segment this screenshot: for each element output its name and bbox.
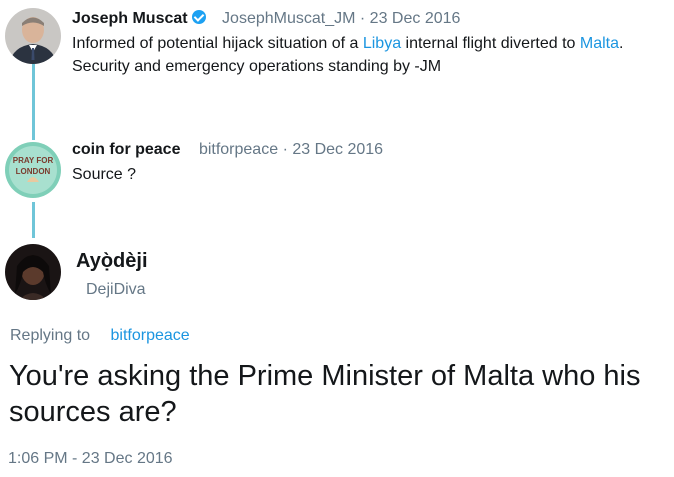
tweet-text-part: Informed of potential hijack situation o… — [72, 35, 359, 52]
tweet-header: coin for peace bitforpeace · 23 Dec 2016 — [72, 140, 383, 160]
display-name[interactable]: Ayọ̀dèji — [76, 250, 148, 273]
avatar-text: LONDON — [16, 167, 51, 176]
separator-dot: · — [359, 10, 370, 27]
separator-dot: · — [282, 141, 293, 158]
main-tweet-text: You're asking the Prime Minister of Malt… — [9, 360, 641, 428]
user-handle[interactable]: DejiDiva — [86, 281, 146, 299]
hashtag-link-malta[interactable]: Malta — [580, 35, 619, 52]
avatar[interactable]: PRAY FOR LONDON — [5, 142, 61, 198]
tweet-date[interactable]: 23 Dec 2016 — [370, 10, 461, 27]
tweet-header: Joseph Muscat JosephMuscat_JM · 23 Dec 2… — [72, 9, 623, 29]
tweet-text-line: Security and emergency operations standi… — [72, 58, 442, 75]
avatar[interactable] — [5, 8, 61, 64]
display-name[interactable]: Joseph Muscat — [72, 10, 188, 27]
tweet-date[interactable]: 23 Dec 2016 — [292, 141, 383, 158]
user-handle[interactable]: JosephMuscat_JM — [222, 10, 355, 27]
avatar[interactable] — [5, 244, 61, 300]
avatar-joseph-muscat-image — [5, 8, 61, 64]
tweet-coin-for-peace[interactable]: coin for peace bitforpeace · 23 Dec 2016… — [72, 140, 383, 186]
hashtag-link-libya[interactable]: Libya — [363, 35, 401, 52]
display-name[interactable]: coin for peace — [72, 141, 180, 158]
avatar-pray-for-london-image: PRAY FOR LONDON — [5, 142, 61, 198]
tweet-joseph-muscat[interactable]: Joseph Muscat JosephMuscat_JM · 23 Dec 2… — [72, 9, 623, 78]
tweet-text: Source ? — [72, 166, 137, 183]
tweet-text: Informed of potential hijack situation o… — [72, 32, 623, 78]
thread-line — [32, 64, 35, 140]
user-handle[interactable]: bitforpeace — [199, 141, 278, 158]
verified-badge-icon — [191, 10, 206, 24]
avatar-text: PRAY FOR — [13, 156, 54, 165]
thread-line — [32, 202, 35, 238]
avatar-ayodeji-image — [5, 244, 61, 300]
tweet-timestamp[interactable]: 1:06 PM - 23 Dec 2016 — [8, 450, 173, 468]
tweet-text-part: internal flight diverted to — [405, 35, 576, 52]
replying-to-label: Replying to — [10, 327, 91, 344]
replying-to-handle-link[interactable]: bitforpeace — [111, 327, 190, 344]
replying-to: Replying to bitforpeace — [10, 327, 190, 345]
tweet-text-part: . — [619, 35, 624, 52]
